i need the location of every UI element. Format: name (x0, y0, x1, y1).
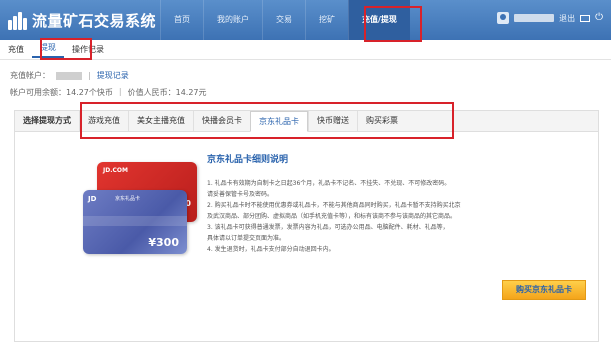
available-balance: 帐户可用余额：14.27个快币 (10, 88, 113, 97)
mail-icon[interactable] (580, 14, 591, 22)
list-item: 4. 发生退货时，礼品卡支付部分自动退回卡内。 (207, 246, 335, 253)
balance-row: 帐户可用余额：14.27个快币 | 价值人民币：14.27元 (10, 87, 207, 98)
list-item: 请妥善保管卡号及密码。 (207, 191, 274, 198)
card-logo: JD (88, 195, 97, 203)
account-label: 充值帐户： (10, 71, 50, 80)
card-value: ¥300 (148, 236, 179, 249)
username-masked (514, 14, 555, 22)
nav-home[interactable]: 首页 (160, 0, 203, 40)
list-item: 2. 购买礼品卡时不能使用优惠券或礼品卡，不能与其他商品同时购买，礼品卡暂不支持… (207, 202, 461, 209)
tab-game-recharge[interactable]: 游戏充值 (79, 111, 128, 131)
withdraw-records-link[interactable]: 提现记录 (97, 70, 129, 81)
tab-jd-gift-card[interactable]: 京东礼品卡 (250, 111, 308, 132)
logo-icon (8, 11, 28, 30)
user-area: 退出 ⏻ (497, 12, 603, 24)
card-stripe (83, 216, 187, 226)
list-item: 3. 该礼品卡可获得普通发票，发票内容为礼品，可选办公用品、电脑配件、耗材、礼品… (207, 224, 449, 231)
logout-link[interactable]: 退出 (559, 13, 575, 24)
tab-operation-records[interactable]: 操作记录 (64, 44, 112, 55)
buy-jd-gift-card-button[interactable]: 购买京东礼品卡 (502, 280, 586, 300)
account-row: 充值帐户： | 提现记录 (10, 70, 129, 81)
nav-trade[interactable]: 交易 (262, 0, 305, 40)
divider: | (118, 87, 122, 96)
method-label: 选择提现方式 (23, 116, 71, 125)
tab-kuaibo-card[interactable]: 快播会员卡 (193, 111, 250, 131)
tab-anchor-recharge[interactable]: 美女主播充值 (128, 111, 193, 131)
avatar[interactable] (497, 12, 510, 24)
main-nav: 首页 我的账户 交易 挖矿 充值/提现 (160, 0, 410, 40)
list-item: 1. 礼品卡有效期为自制卡之日起36个月，礼品卡不记名、不挂失、不兑现、不可修改… (207, 180, 451, 187)
sub-tabs: 充值 提现 操作记录 (0, 40, 611, 60)
tab-recharge[interactable]: 充值 (0, 44, 32, 55)
top-nav-bar: 流量矿石交易系统 首页 我的账户 交易 挖矿 充值/提现 退出 ⏻ (0, 0, 611, 40)
tab-lottery[interactable]: 购买彩票 (357, 111, 406, 131)
app-title: 流量矿石交易系统 (32, 12, 157, 30)
jd-card-blue-image: JD 京东礼品卡 ¥300 (83, 190, 187, 254)
instructions-title: 京东礼品卡细则说明 (207, 155, 289, 165)
withdraw-method-bar: 选择提现方式 游戏充值 美女主播充值 快播会员卡 京东礼品卡 快币赠送 购买彩票 (14, 110, 599, 132)
list-item: 及武汉商品、部分团购、虚拟商品（如手机充值卡等），和标有该商不参与该商品的其它商… (207, 213, 457, 220)
card-logo: JD.COM (103, 167, 128, 174)
instructions-list: 1. 礼品卡有效期为自制卡之日起36个月，礼品卡不记名、不挂失、不兑现、不可修改… (207, 179, 527, 255)
tab-coin-gift[interactable]: 快币赠送 (308, 111, 357, 131)
tab-withdraw[interactable]: 提现 (32, 42, 64, 58)
list-item: 具体请以订单提交页面为准。 (207, 235, 286, 242)
nav-mining[interactable]: 挖矿 (305, 0, 348, 40)
instructions: 京东礼品卡细则说明 1. 礼品卡有效期为自制卡之日起36个月，礼品卡不记名、不挂… (207, 152, 527, 256)
divider: | (88, 71, 91, 80)
rmb-value: 价值人民币：14.27元 (127, 88, 207, 97)
nav-my-account[interactable]: 我的账户 (203, 0, 262, 40)
content-panel: JD.COM 50 JD 京东礼品卡 ¥300 京东礼品卡细则说明 1. 礼品卡… (14, 132, 599, 342)
logout-icon[interactable]: ⏻ (595, 13, 603, 23)
account-masked (56, 71, 82, 80)
nav-recharge-withdraw[interactable]: 充值/提现 (348, 0, 410, 40)
app-logo[interactable]: 流量矿石交易系统 (8, 10, 156, 31)
card-title: 京东礼品卡 (115, 196, 141, 202)
